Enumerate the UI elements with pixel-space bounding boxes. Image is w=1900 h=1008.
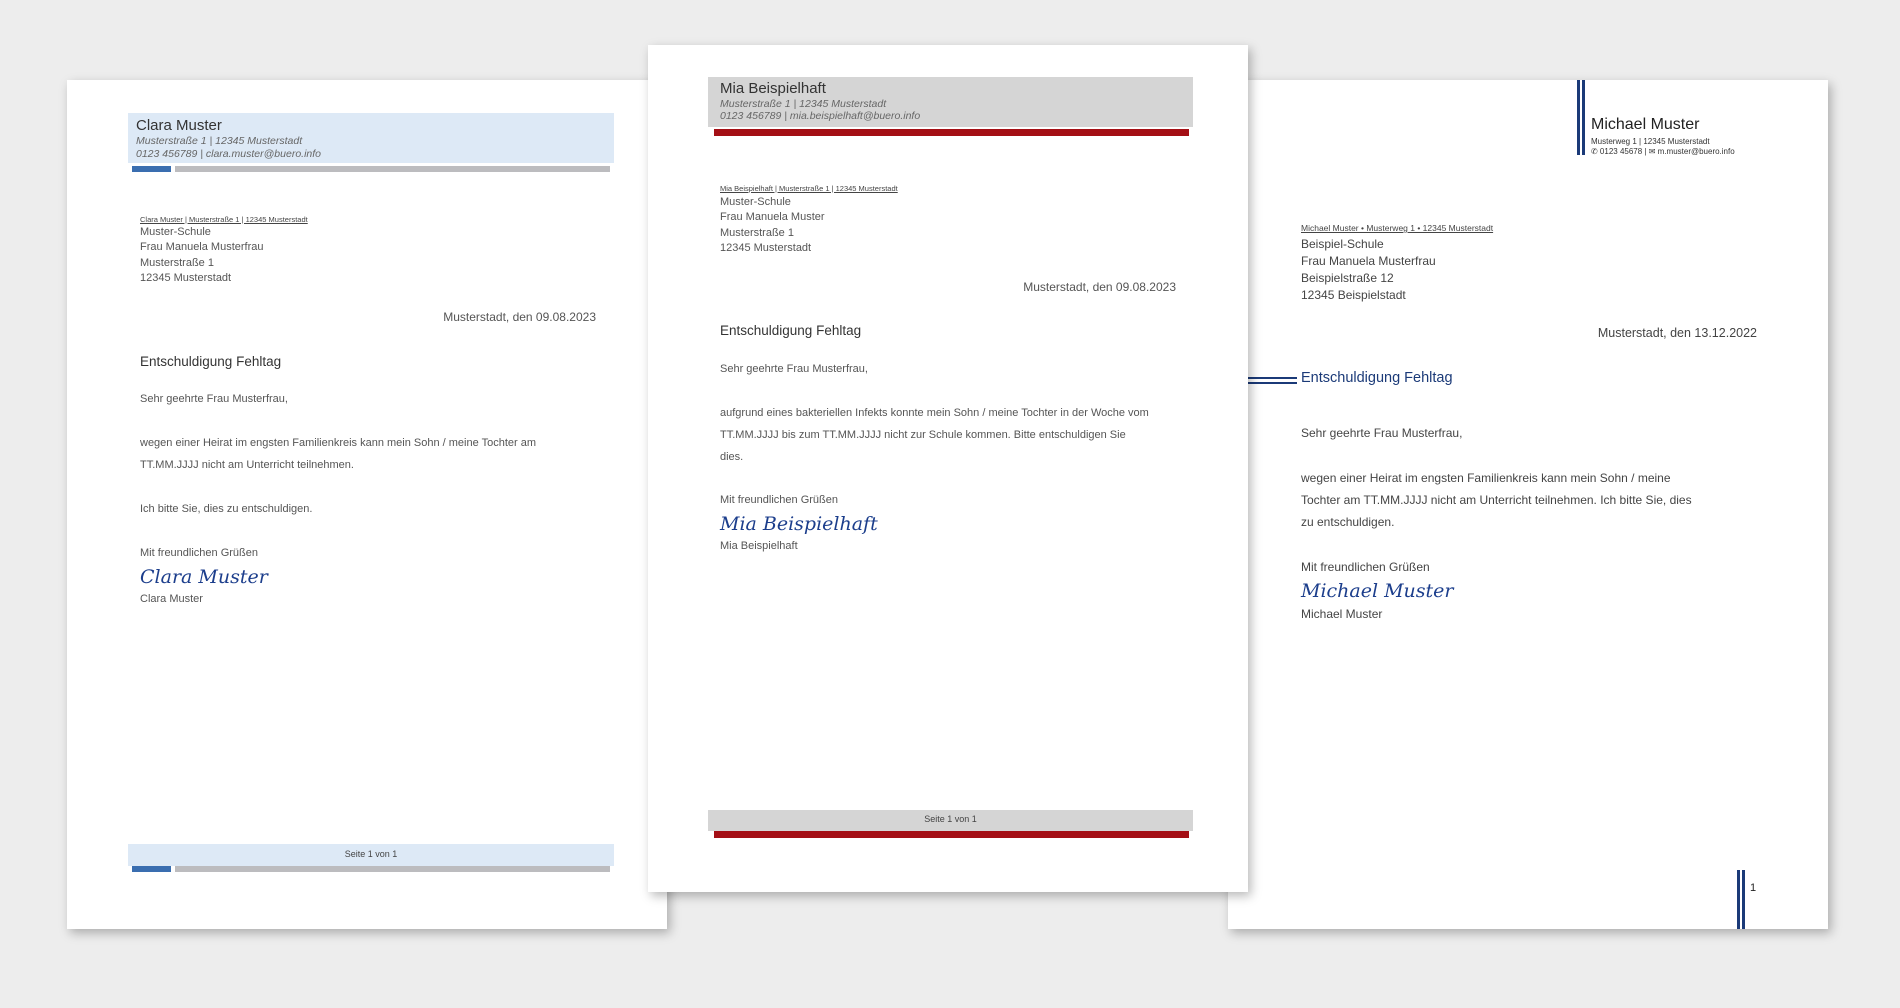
- sender-address: Musterweg 1 | 12345 Musterstadt: [1591, 137, 1710, 146]
- letter-body-line: zu entschuldigen.: [1301, 515, 1395, 529]
- recipient-line: Muster-Schule: [140, 226, 211, 238]
- handwritten-signature: Michael Muster: [1301, 580, 1454, 602]
- sender-name: Clara Muster: [136, 117, 222, 134]
- sender-address: Musterstraße 1 | 12345 Musterstadt: [136, 135, 303, 147]
- handwritten-signature: Clara Muster: [140, 566, 268, 588]
- letter-date: Musterstadt, den 09.08.2023: [443, 310, 596, 324]
- letter-closing: Mit freundlichen Grüßen: [1301, 560, 1430, 574]
- page-footer-label: Seite 1 von 1: [344, 849, 398, 859]
- recipient-line: Frau Manuela Muster: [720, 211, 825, 223]
- letter-page-michael: Michael Muster Musterweg 1 | 12345 Muste…: [1228, 80, 1828, 929]
- header-grey-bar: [175, 166, 610, 172]
- page-number: 1: [1750, 882, 1757, 894]
- sender-contact: 0123 456789 | mia.beispielhaft@buero.inf…: [720, 110, 921, 122]
- subject-marker-line: [1248, 377, 1297, 379]
- recipient-line: Muster-Schule: [720, 196, 791, 208]
- return-address-line: Mia Beispielhaft | Musterstraße 1 | 1234…: [720, 184, 898, 193]
- signer-name: Mia Beispielhaft: [720, 540, 798, 552]
- recipient-line: Musterstraße 1: [720, 227, 794, 239]
- sender-contact: ✆ 0123 45678 | ✉ m.muster@buero.info: [1591, 147, 1735, 156]
- recipient-line: Frau Manuela Musterfrau: [140, 241, 264, 253]
- letter-body-line: TT.MM.JJJJ nicht am Unterricht teilnehme…: [140, 459, 354, 471]
- letter-page-mia: Mia Beispielhaft Musterstraße 1 | 12345 …: [648, 45, 1248, 892]
- letter-subject: Entschuldigung Fehltag: [1301, 370, 1453, 386]
- letter-date: Musterstadt, den 13.12.2022: [1597, 326, 1757, 340]
- recipient-line: Musterstraße 1: [140, 257, 214, 269]
- letter-body-line: Tochter am TT.MM.JJJJ nicht am Unterrich…: [1301, 493, 1692, 507]
- recipient-line: Beispiel-Schule: [1301, 237, 1384, 251]
- letter-closing: Mit freundlichen Grüßen: [140, 547, 258, 559]
- footer-accent-bar: [132, 866, 171, 872]
- recipient-line: 12345 Beispielstadt: [1301, 288, 1406, 302]
- header-accent-bar: [714, 129, 1189, 136]
- footer-accent-bar: [714, 831, 1189, 838]
- return-address-line: Michael Muster • Musterweg 1 • 12345 Mus…: [1301, 223, 1494, 233]
- footer-grey-bar: [175, 866, 610, 872]
- footer-vertical-line: [1737, 870, 1740, 929]
- sender-contact: 0123 456789 | clara.muster@buero.info: [136, 148, 322, 160]
- letter-subject: Entschuldigung Fehltag: [720, 323, 862, 338]
- header-vertical-line: [1577, 80, 1580, 155]
- sender-name: Mia Beispielhaft: [720, 80, 826, 97]
- sender-address: Musterstraße 1 | 12345 Musterstadt: [720, 98, 887, 110]
- recipient-line: 12345 Musterstadt: [140, 272, 232, 284]
- letter-subject: Entschuldigung Fehltag: [140, 354, 282, 369]
- footer-vertical-line: [1742, 870, 1745, 929]
- page-footer-label: Seite 1 von 1: [924, 814, 977, 824]
- subject-marker-line: [1248, 382, 1297, 384]
- header-accent-bar: [132, 166, 171, 172]
- letter-salutation: Sehr geehrte Frau Musterfrau,: [720, 363, 868, 375]
- header-vertical-line: [1582, 80, 1585, 155]
- letter-body-line: aufgrund eines bakteriellen Infekts konn…: [720, 407, 1149, 419]
- signer-name: Clara Muster: [140, 593, 203, 605]
- letter-body-line: TT.MM.JJJJ bis zum TT.MM.JJJJ nicht zur …: [720, 429, 1126, 441]
- recipient-line: 12345 Musterstadt: [720, 242, 812, 254]
- letter-body-line: wegen einer Heirat im engsten Familienkr…: [1301, 471, 1671, 485]
- letter-body-line: wegen einer Heirat im engsten Familienkr…: [140, 437, 536, 449]
- sender-name: Michael Muster: [1591, 116, 1700, 133]
- letter-body-line: dies.: [720, 451, 744, 463]
- return-address-line: Clara Muster | Musterstraße 1 | 12345 Mu…: [140, 215, 308, 224]
- letter-date: Musterstadt, den 09.08.2023: [1023, 280, 1176, 294]
- recipient-line: Frau Manuela Musterfrau: [1301, 254, 1436, 268]
- letter-page-clara: Clara Muster Musterstraße 1 | 12345 Must…: [67, 80, 667, 929]
- signer-name: Michael Muster: [1301, 607, 1383, 621]
- letter-salutation: Sehr geehrte Frau Musterfrau,: [140, 393, 288, 405]
- recipient-line: Beispielstraße 12: [1301, 271, 1394, 285]
- handwritten-signature: Mia Beispielhaft: [720, 513, 878, 535]
- letter-closing: Mit freundlichen Grüßen: [720, 494, 838, 506]
- letter-body-line: Ich bitte Sie, dies zu entschuldigen.: [140, 503, 313, 515]
- letter-salutation: Sehr geehrte Frau Musterfrau,: [1301, 426, 1463, 440]
